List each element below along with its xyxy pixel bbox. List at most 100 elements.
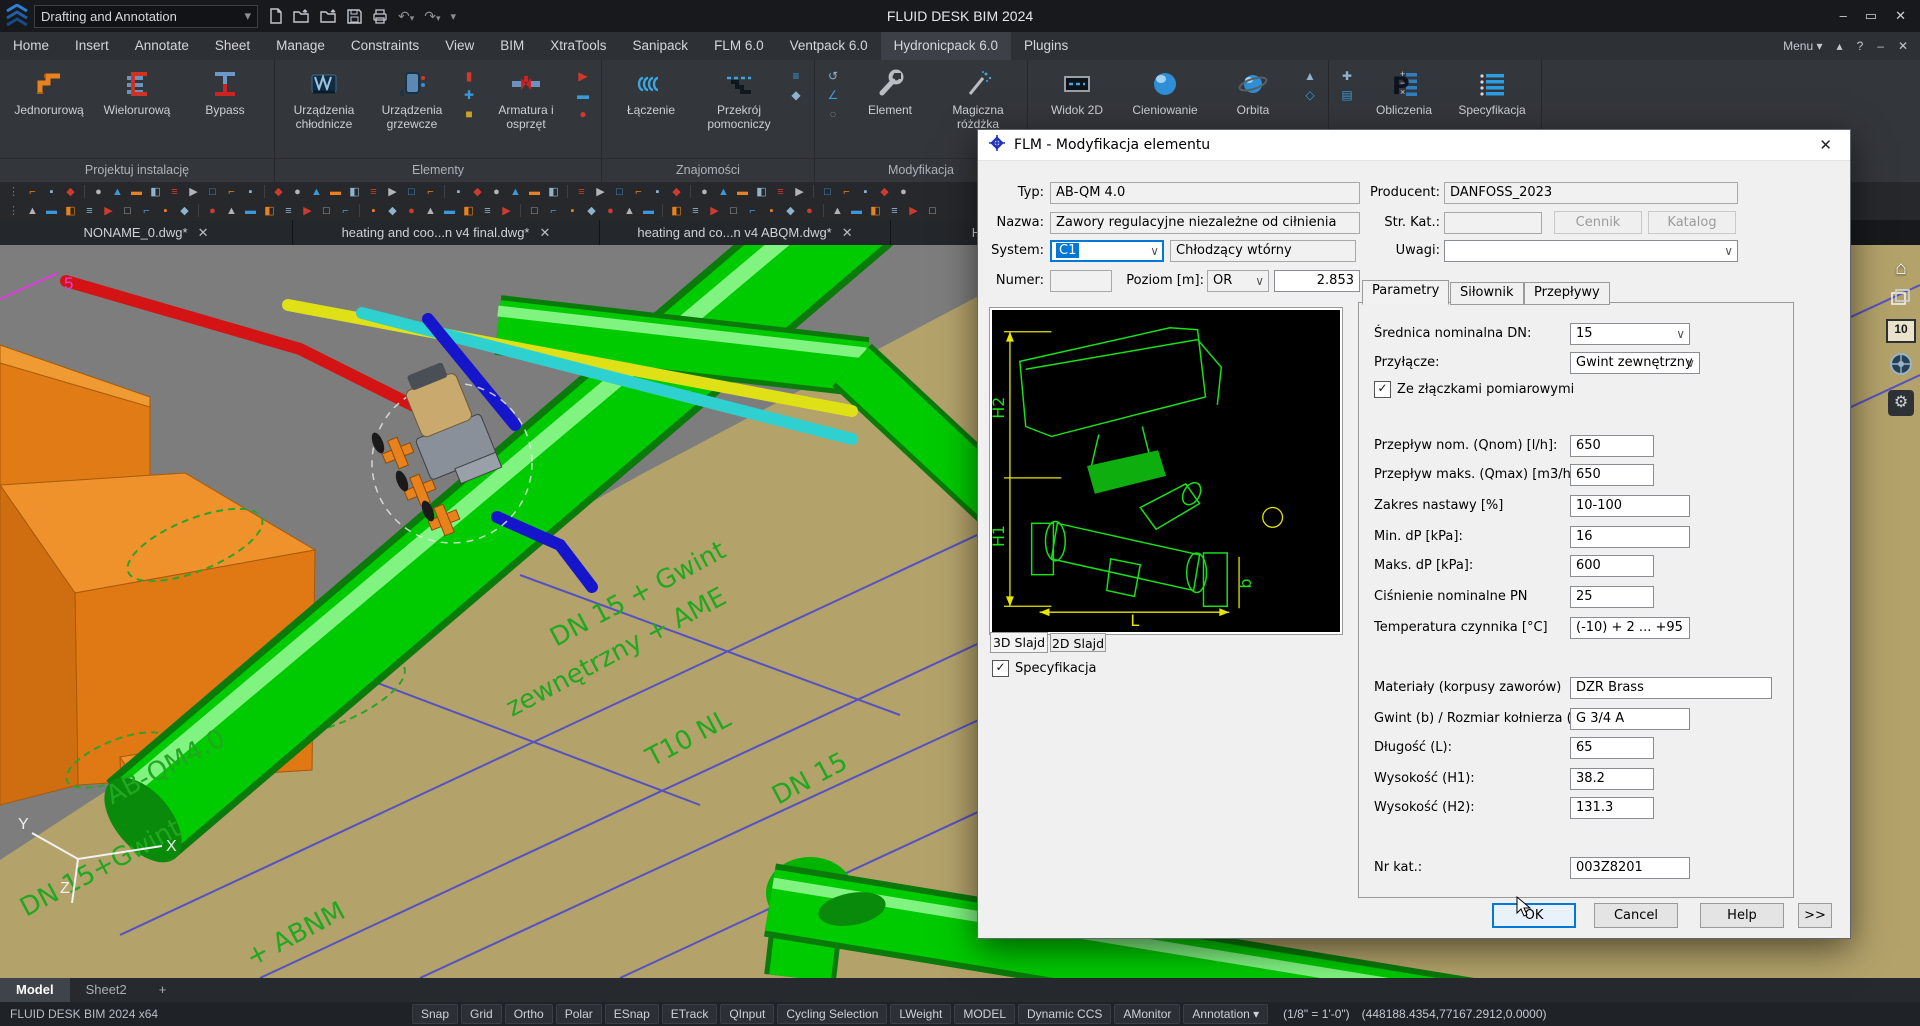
slide-tab-3d-slajd[interactable]: 3D Slajd xyxy=(990,632,1048,653)
small-tool-icon[interactable]: ∠ xyxy=(825,88,842,103)
menu-tab-bim[interactable]: BIM xyxy=(487,32,537,60)
status-toggle-grid[interactable]: Grid xyxy=(461,1004,502,1024)
tab-parametry[interactable]: Parametry xyxy=(1362,280,1449,305)
layer-count-badge[interactable]: 10 xyxy=(1886,319,1916,343)
ribbon-button-cieniowanie[interactable]: Cieniowanie xyxy=(1121,63,1209,118)
toolbar-icon[interactable]: ≡ xyxy=(478,203,497,219)
toolbar-icon[interactable]: ◆ xyxy=(61,184,80,200)
status-toggle-model[interactable]: MODEL xyxy=(954,1004,1015,1024)
menu-button[interactable]: Menu ▾ xyxy=(1783,39,1822,53)
toolbar-icon[interactable]: ● xyxy=(288,184,307,200)
small-tool-icon[interactable]: ↺ xyxy=(825,69,842,84)
toolbar-icon[interactable]: ≡ xyxy=(165,184,184,200)
gear-icon[interactable]: ⚙ xyxy=(1888,390,1914,416)
status-toggle-amonitor[interactable]: AMonitor xyxy=(1114,1004,1180,1024)
toolbar-icon[interactable]: ● xyxy=(601,203,620,219)
param-field-d-ugo-l[interactable]: 65 xyxy=(1570,737,1654,759)
dialog-close-icon[interactable]: ✕ xyxy=(1811,136,1840,154)
new-file-icon[interactable] xyxy=(268,8,283,24)
print-icon[interactable] xyxy=(372,9,388,24)
status-toggle-snap[interactable]: Snap xyxy=(412,1004,458,1024)
typ-field[interactable]: AB-QM 4.0 xyxy=(1050,182,1360,204)
toolbar-icon[interactable]: ▬ xyxy=(440,203,459,219)
toolbar-icon[interactable]: ▲ xyxy=(714,184,733,200)
ribbon-button-specyfikacja[interactable]: Specyfikacja xyxy=(1448,63,1536,118)
small-tool-icon[interactable]: ▤ xyxy=(1339,88,1356,103)
toolbar-icon[interactable]: ▪ xyxy=(648,184,667,200)
toolbar-icon[interactable]: ● xyxy=(894,184,913,200)
ribbon-button-czenie[interactable]: Łączenie xyxy=(607,63,695,118)
param-field-nr-kat[interactable]: 003Z8201 xyxy=(1570,857,1690,879)
numer-field[interactable] xyxy=(1050,270,1112,292)
close-icon[interactable]: ✕ xyxy=(1895,8,1906,24)
param-field-zakres-nastawy[interactable]: 10-100 xyxy=(1570,495,1690,517)
collapse-ribbon-icon[interactable]: ▴ xyxy=(1837,39,1843,53)
status-toggle-qinput[interactable]: QInput xyxy=(720,1004,774,1024)
param-field-wysoko-h2[interactable]: 131.3 xyxy=(1570,797,1654,819)
system-combo[interactable]: C1∨ xyxy=(1050,240,1164,262)
param-field-temperatura-czynnika-c[interactable]: (-10) + 2 ... +95 xyxy=(1570,617,1690,639)
menu-tab-xtratools[interactable]: XtraTools xyxy=(537,32,619,60)
toolbar-icon[interactable]: ▪ xyxy=(156,203,175,219)
cancel-button[interactable]: Cancel xyxy=(1594,903,1678,928)
toolbar-icon[interactable]: ◧ xyxy=(752,184,771,200)
ribbon-button-jednorurow[interactable]: Jednorurową xyxy=(5,63,93,118)
small-tool-icon[interactable]: ▶ xyxy=(575,69,592,84)
poziom-mode-combo[interactable]: OR∨ xyxy=(1207,270,1269,292)
toolbar-icon[interactable]: ▲ xyxy=(307,184,326,200)
toolbar-icon[interactable]: ▶ xyxy=(705,203,724,219)
toolbar-icon[interactable]: ◧ xyxy=(260,203,279,219)
katalog-button[interactable]: Katalog xyxy=(1648,211,1736,234)
status-toggle-dynamic-ccs[interactable]: Dynamic CCS xyxy=(1018,1004,1111,1024)
toolbar-icon[interactable]: □ xyxy=(525,203,544,219)
small-tool-icon[interactable]: ● xyxy=(575,107,592,122)
toolbar-icon[interactable]: ◧ xyxy=(866,203,885,219)
layouts-icon[interactable] xyxy=(1891,289,1911,310)
ribbon-button-armatura-i-osprz-t[interactable]: Armatura i osprzęt xyxy=(482,63,570,132)
toolbar-icon[interactable]: ◆ xyxy=(175,203,194,219)
toolbar-icon[interactable]: ◧ xyxy=(61,203,80,219)
add-sheet-button[interactable]: + xyxy=(143,978,183,1002)
toolbar-icon[interactable]: ◆ xyxy=(269,184,288,200)
toolbar-icon[interactable]: ⌐ xyxy=(421,184,440,200)
maximize-icon[interactable]: ▭ xyxy=(1865,8,1877,24)
toolbar-icon[interactable]: ◆ xyxy=(781,203,800,219)
toolbar-icon[interactable]: ≡ xyxy=(279,203,298,219)
small-tool-icon[interactable]: ○ xyxy=(825,107,842,122)
toolbar-icon[interactable]: ≡ xyxy=(885,203,904,219)
home-view-icon[interactable]: ⌂ xyxy=(1895,258,1906,280)
small-tool-icon[interactable]: ◆ xyxy=(788,88,805,103)
toolbar-icon[interactable]: ◧ xyxy=(667,203,686,219)
open-file-icon[interactable] xyxy=(293,9,310,24)
toolbar-icon[interactable]: ⌐ xyxy=(23,184,42,200)
ribbon-button-urz-dzenia-grzewcze[interactable]: Urządzenia grzewcze xyxy=(368,63,456,132)
menu-tab-plugins[interactable]: Plugins xyxy=(1011,32,1081,60)
toolbar-icon[interactable]: □ xyxy=(818,184,837,200)
param-field-wysoko-h1[interactable]: 38.2 xyxy=(1570,768,1654,790)
toolbar-icon[interactable]: ⌐ xyxy=(629,184,648,200)
toolbar-icon[interactable]: ● xyxy=(402,203,421,219)
minimize-icon-small[interactable]: ‒ xyxy=(1877,39,1884,53)
param-field-przep-yw-maks-qmax-m3-h[interactable]: 650 xyxy=(1570,464,1654,486)
toolbar-icon[interactable]: ● xyxy=(800,203,819,219)
close-tab-icon[interactable]: ✕ xyxy=(198,225,209,241)
toolbar-icon[interactable]: ▲ xyxy=(421,203,440,219)
toolbar-icon[interactable]: ● xyxy=(89,184,108,200)
toolbar-icon[interactable]: ▪ xyxy=(364,203,383,219)
small-tool-icon[interactable]: ■ xyxy=(461,107,478,122)
ribbon-button-bypass[interactable]: Bypass xyxy=(181,63,269,118)
toolbar-icon[interactable]: ◧ xyxy=(345,184,364,200)
ribbon-button-magiczna-r-d-ka[interactable]: Magiczna różdżka xyxy=(934,63,1022,132)
toolbar-icon[interactable]: ⌐ xyxy=(837,184,856,200)
toolbar-icon[interactable]: ▶ xyxy=(184,184,203,200)
toolbar-icon[interactable]: ▬ xyxy=(525,184,544,200)
toolbar-icon[interactable]: ▪ xyxy=(449,184,468,200)
document-tab-heating-and-co-n-v4-abqm-dwg[interactable]: heating and co...n v4 ABQM.dwg*✕ xyxy=(600,220,891,245)
toolbar-icon[interactable]: □ xyxy=(610,184,629,200)
toolbar-icon[interactable]: □ xyxy=(203,184,222,200)
strkat-field[interactable] xyxy=(1444,212,1542,234)
toolbar-icon[interactable]: ⌐ xyxy=(336,203,355,219)
toolbar-icon[interactable]: ● xyxy=(203,203,222,219)
cennik-button[interactable]: Cennik xyxy=(1554,211,1642,234)
navigation-wheel-icon[interactable] xyxy=(1889,352,1913,381)
